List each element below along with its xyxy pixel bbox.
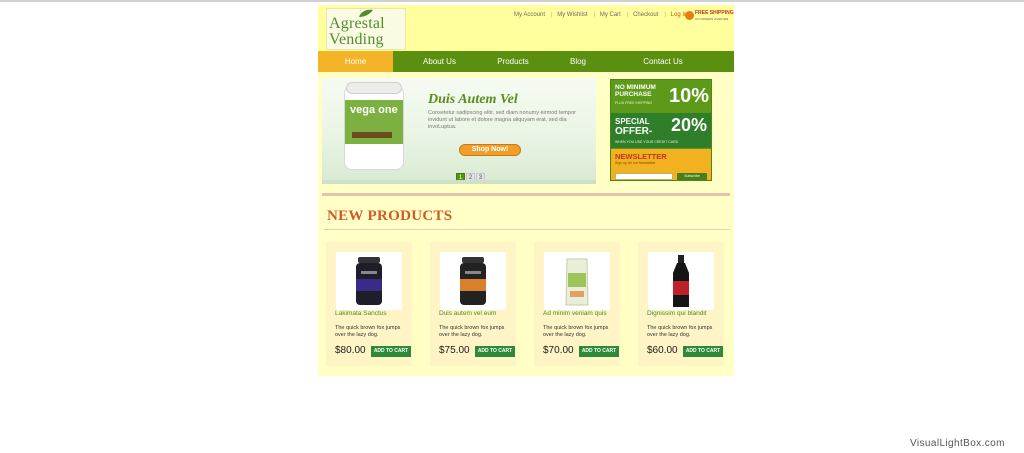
site-header: Agrestal Vending My Account | My Wishlist… bbox=[318, 5, 734, 51]
shop-now-button[interactable]: Shop Now! bbox=[459, 144, 521, 156]
product-image[interactable] bbox=[440, 252, 506, 310]
main-nav: Home About Us Products Blog Contact Us bbox=[318, 51, 734, 72]
hero-slider[interactable]: vega one Duis Autem Vel Consetetur sadip… bbox=[322, 78, 596, 184]
product-description: The quick brown fox jumps over the lazy … bbox=[543, 325, 609, 338]
promo1-value: 10% bbox=[669, 85, 710, 107]
newsletter-email-input[interactable] bbox=[615, 173, 673, 180]
product-name[interactable]: Lakimata Sanctus bbox=[335, 310, 387, 317]
my-cart-link[interactable]: My Cart bbox=[600, 12, 621, 18]
promo1-line1: NO MINIMUM bbox=[615, 84, 656, 91]
slider-pagination: 123 bbox=[456, 166, 486, 180]
slide-text: Consetetur sadipscing elitr, sed diam no… bbox=[428, 110, 576, 130]
product-price: $60.00 bbox=[647, 345, 678, 356]
product-card[interactable]: Duis autem vel eum The quick brown fox j… bbox=[430, 242, 516, 366]
separator: | bbox=[593, 12, 596, 18]
product-card[interactable]: Ad minim veniam quis The quick brown fox… bbox=[534, 242, 620, 366]
protein-tub-icon bbox=[460, 257, 486, 305]
free-shipping-title: FREE SHIPPING bbox=[695, 10, 734, 16]
promo-no-minimum[interactable]: NO MINIMUM PURCHASE PLUS FREE SHIPPING 1… bbox=[611, 80, 711, 112]
nav-item-about-us[interactable]: About Us bbox=[404, 51, 475, 72]
site-logo[interactable]: Agrestal Vending bbox=[326, 8, 406, 50]
product-description: The quick brown fox jumps over the lazy … bbox=[335, 325, 401, 338]
supplement-pouch-icon bbox=[565, 258, 589, 306]
my-wishlist-link[interactable]: My Wishlist bbox=[557, 12, 587, 18]
slider-page-2[interactable]: 2 bbox=[466, 173, 475, 180]
add-to-cart-button[interactable]: ADD TO CART bbox=[579, 346, 619, 357]
promo1-sub: PLUS FREE SHIPPING bbox=[615, 101, 653, 105]
logo-text-line2: Vending bbox=[329, 31, 384, 48]
top-border bbox=[0, 0, 1024, 2]
separator: | bbox=[551, 12, 553, 18]
promo2-sub: WHEN YOU USE YOUR CREDIT CARD bbox=[615, 140, 679, 144]
new-products-heading: NEW PRODUCTS bbox=[327, 208, 453, 224]
newsletter-sub: Sign up for our Newsletter bbox=[615, 161, 656, 165]
add-to-cart-button[interactable]: ADD TO CART bbox=[371, 346, 411, 357]
product-name[interactable]: Ad minim veniam quis bbox=[543, 310, 607, 317]
add-to-cart-button[interactable]: ADD TO CART bbox=[683, 346, 723, 357]
product-price: $75.00 bbox=[439, 345, 470, 356]
product-image[interactable] bbox=[544, 252, 610, 310]
jar-cap bbox=[346, 82, 402, 94]
promo2-line1: SPECIAL bbox=[615, 117, 650, 126]
product-name[interactable]: Dignissim qui blandit bbox=[647, 310, 707, 317]
section-divider bbox=[322, 193, 730, 196]
free-shipping-sub: ON ORDERS OVER $99 bbox=[695, 17, 729, 21]
product-description: The quick brown fox jumps over the lazy … bbox=[439, 325, 505, 338]
promo2-line2: OFFER- bbox=[615, 126, 653, 137]
my-account-link[interactable]: My Account bbox=[514, 12, 545, 18]
separator: | bbox=[664, 12, 666, 18]
website-frame: Agrestal Vending My Account | My Wishlist… bbox=[318, 5, 734, 376]
product-image[interactable] bbox=[648, 252, 714, 310]
promo-special-offer[interactable]: SPECIAL OFFER- 20% WHEN YOU USE YOUR CRE… bbox=[611, 113, 711, 148]
promo-panel: NO MINIMUM PURCHASE PLUS FREE SHIPPING 1… bbox=[610, 79, 712, 181]
heading-rule bbox=[324, 229, 730, 230]
product-description: The quick brown fox jumps over the lazy … bbox=[647, 325, 713, 338]
newsletter-box: NEWSLETTER Sign up for our Newsletter Su… bbox=[611, 149, 711, 180]
jar-band bbox=[352, 132, 392, 138]
supplement-bottle-icon bbox=[673, 255, 689, 307]
watermark: VisualLightBox.com bbox=[910, 438, 1005, 449]
product-price: $70.00 bbox=[543, 345, 574, 356]
nav-item-contact-us[interactable]: Contact Us bbox=[623, 51, 703, 72]
promo1-line2: PURCHASE bbox=[615, 91, 652, 98]
separator: | bbox=[626, 12, 629, 18]
account-links: My Account | My Wishlist | My Cart | Checko… bbox=[514, 12, 690, 18]
nav-item-blog[interactable]: Blog bbox=[546, 51, 610, 72]
add-to-cart-button[interactable]: ADD TO CART bbox=[475, 346, 515, 357]
product-image[interactable] bbox=[336, 252, 402, 310]
newsletter-title: NEWSLETTER bbox=[615, 152, 667, 161]
promo2-value: 20% bbox=[671, 115, 708, 135]
subscribe-button[interactable]: Subscribe bbox=[677, 173, 707, 180]
product-card[interactable]: Lakimata Sanctus The quick brown fox jum… bbox=[326, 242, 412, 366]
checkout-link[interactable]: Checkout bbox=[633, 12, 658, 18]
protein-tub-icon bbox=[356, 257, 382, 305]
nav-item-products[interactable]: Products bbox=[478, 51, 548, 72]
free-shipping-badge: FREE SHIPPING ON ORDERS OVER $99 bbox=[685, 10, 734, 24]
nav-item-home[interactable]: Home bbox=[318, 51, 393, 72]
product-name[interactable]: Duis autem vel eum bbox=[439, 310, 496, 317]
slide-title: Duis Autem Vel bbox=[428, 92, 518, 107]
slider-page-3[interactable]: 3 bbox=[476, 173, 485, 180]
product-price: $80.00 bbox=[335, 345, 366, 356]
jar-brand-text: vega one bbox=[350, 104, 398, 116]
slider-page-1[interactable]: 1 bbox=[456, 173, 465, 180]
product-card[interactable]: Dignissim qui blandit The quick brown fo… bbox=[638, 242, 724, 366]
shipping-icon bbox=[685, 11, 694, 20]
